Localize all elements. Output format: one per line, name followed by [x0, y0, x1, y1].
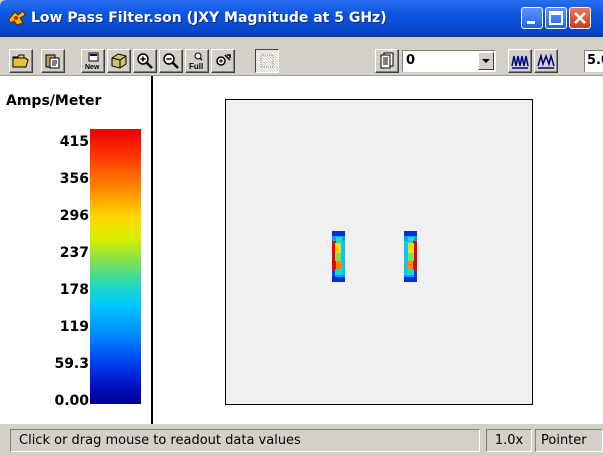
pan-zoom-icon	[216, 54, 231, 66]
maximize-icon	[549, 11, 563, 25]
layers-icon	[380, 52, 394, 69]
minimize-icon	[527, 21, 535, 24]
plot-canvas[interactable]	[153, 76, 603, 424]
zoom-level: 1.0x	[486, 429, 532, 452]
legend-label: 237	[59, 245, 89, 261]
status-bar: Click or drag mouse to readout data valu…	[0, 424, 603, 456]
new-view-button[interactable]: New	[81, 49, 105, 73]
open-button[interactable]	[9, 49, 33, 73]
legend-label-min: 0.00	[54, 393, 89, 409]
texture-toggle-button[interactable]	[255, 49, 279, 73]
toolbar: New Full 0 5.	[0, 37, 603, 76]
chevron-down-icon	[482, 59, 490, 63]
dither-pattern-icon	[260, 54, 274, 68]
svg-text:New: New	[85, 64, 100, 70]
zoom-out-button[interactable]	[159, 49, 183, 73]
title-bar[interactable]: Low Pass Filter.son (JXY Magnitude at 5 …	[0, 0, 603, 37]
close-icon	[574, 12, 586, 24]
pointer-mode: Pointer	[535, 429, 603, 452]
pan-zoom-button[interactable]	[211, 49, 235, 73]
svg-text:Full: Full	[189, 62, 203, 70]
color-scale-bar	[90, 129, 141, 404]
zoom-full-button[interactable]: Full	[185, 49, 209, 73]
clipboard-icon	[45, 54, 60, 69]
level-select[interactable]: 0	[402, 50, 496, 72]
current-strip-right[interactable]	[404, 231, 417, 282]
color-legend: Amps/Meter 415 356 296 237 178 119 59.3 …	[0, 76, 153, 424]
legend-label: 59.3	[54, 356, 89, 372]
levels-button[interactable]	[375, 49, 399, 73]
frequency-field[interactable]: 5.0	[584, 50, 603, 72]
legend-label: 296	[59, 208, 89, 224]
close-button[interactable]	[569, 7, 591, 29]
3d-box-icon	[111, 53, 127, 69]
frequency-up-button[interactable]	[534, 49, 558, 73]
current-strip-left[interactable]	[332, 231, 345, 282]
zoom-in-button[interactable]	[133, 49, 157, 73]
frequency-down-button[interactable]	[508, 49, 532, 73]
zoom-in-icon	[137, 53, 153, 69]
legend-label-max: 415	[59, 134, 89, 150]
minimize-button[interactable]	[521, 7, 543, 29]
level-select-value: 0	[406, 53, 416, 68]
frequency-value: 5.0	[587, 53, 603, 68]
main-view: Amps/Meter 415 356 296 237 178 119 59.3 …	[0, 76, 603, 424]
new-window-icon: New	[85, 52, 100, 70]
sonnet-app-icon[interactable]	[7, 9, 27, 27]
maximize-button[interactable]	[545, 7, 567, 29]
3d-view-button[interactable]	[107, 49, 131, 73]
legend-label: 178	[59, 282, 89, 298]
waveform-alt-icon	[537, 53, 555, 69]
zoom-full-icon: Full	[189, 52, 203, 70]
circuit-substrate[interactable]	[225, 99, 533, 405]
level-select-arrow[interactable]	[478, 52, 494, 70]
status-message: Click or drag mouse to readout data valu…	[10, 429, 480, 452]
folder-open-icon	[12, 54, 29, 68]
waveform-icon	[511, 55, 529, 69]
legend-label: 119	[59, 319, 89, 335]
copy-button[interactable]	[41, 49, 65, 73]
legend-label: 356	[59, 171, 89, 187]
legend-units: Amps/Meter	[6, 93, 102, 109]
window-title: Low Pass Filter.son (JXY Magnitude at 5 …	[31, 10, 387, 26]
zoom-out-icon	[163, 53, 179, 69]
